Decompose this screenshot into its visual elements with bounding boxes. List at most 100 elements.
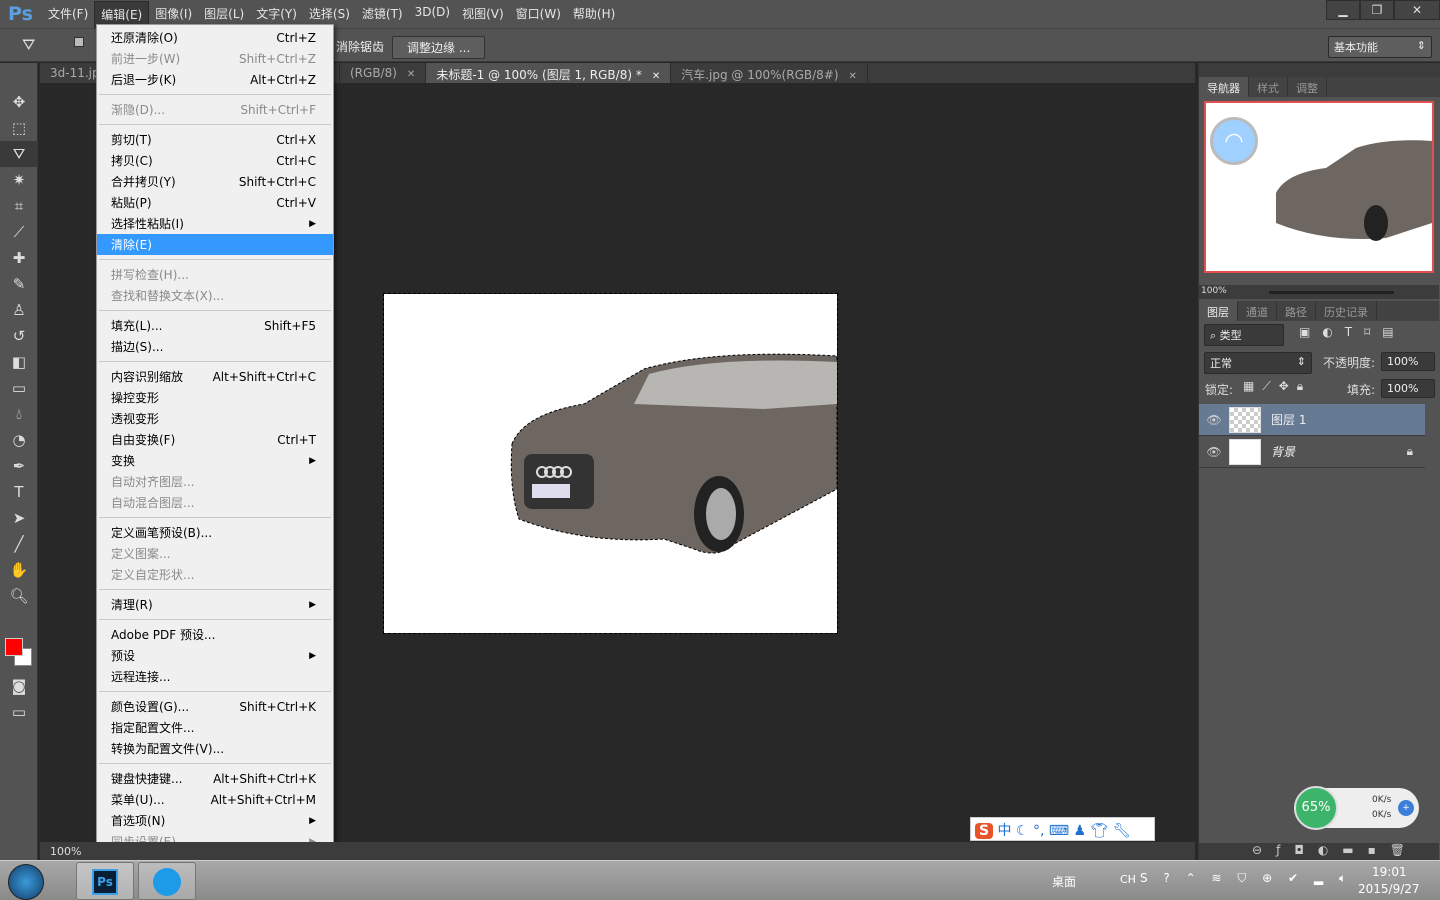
tray-icons[interactable]: S ? ⌃ ≋ ⛉ ⊕ ✔ ▂ 🔈︎ — [1140, 871, 1352, 886]
menu-item[interactable]: 渐隐(D)... Shift+Ctrl+F — [97, 99, 333, 120]
menu-10[interactable]: 帮助(H) — [567, 1, 621, 28]
eraser-icon[interactable]: ◧ — [0, 349, 38, 375]
antialias-checkbox-label[interactable]: 消除锯齿 — [336, 38, 384, 55]
clone-stamp-icon[interactable]: ♙ — [0, 297, 38, 323]
menu-8[interactable]: 视图(V) — [456, 1, 510, 28]
layer-row[interactable]: 👁︎ 背景 🔒︎ — [1199, 436, 1425, 468]
taskbar-photoshop[interactable]: Ps — [76, 862, 134, 900]
menu-item[interactable]: 转换为配置文件(V)... — [97, 738, 333, 759]
close-tab-icon[interactable]: ✕ — [407, 69, 415, 80]
menu-item[interactable]: 描边(S)... — [97, 336, 333, 357]
taskbar-browser[interactable] — [138, 862, 196, 900]
magic-wand-icon[interactable]: ✷ — [0, 167, 38, 193]
dodge-icon[interactable]: ◔ — [0, 427, 38, 453]
line-icon[interactable]: ╱ — [0, 531, 38, 557]
menu-6[interactable]: 滤镜(T) — [356, 1, 409, 28]
foreground-color-swatch[interactable] — [5, 638, 23, 656]
panel-tab[interactable]: 调整 — [1288, 77, 1327, 97]
polygon-lasso-icon[interactable]: ⛛ — [22, 35, 35, 55]
workspace-select[interactable]: 基本功能 ⇕ — [1328, 36, 1432, 58]
quick-mask-icon[interactable]: ◙ — [0, 673, 38, 699]
menu-item[interactable]: 自动对齐图层... — [97, 471, 333, 492]
menu-item[interactable]: 清除(E) — [97, 234, 333, 255]
layer-row[interactable]: 👁︎ 图层 1 — [1199, 404, 1425, 436]
menu-item[interactable]: 定义画笔预设(B)... — [97, 522, 333, 543]
healing-brush-icon[interactable]: ✚ — [0, 245, 38, 271]
menu-item[interactable]: 剪切(T) Ctrl+X — [97, 129, 333, 150]
lock-icons[interactable]: ▦⟋✥🔒︎ — [1243, 379, 1311, 394]
crop-icon[interactable]: ⌗ — [0, 193, 38, 219]
gradient-icon[interactable]: ▭ — [0, 375, 38, 401]
visibility-eye-icon[interactable]: 👁︎ — [1199, 445, 1229, 459]
menu-item[interactable]: 颜色设置(G)... Shift+Ctrl+K — [97, 696, 333, 717]
menu-item[interactable]: 键盘快捷键... Alt+Shift+Ctrl+K — [97, 768, 333, 789]
ime-toolbar[interactable]: S 中 ☾ °, ⌨ ♟ 👕︎ 🔧︎ — [970, 817, 1155, 841]
type-icon[interactable]: T — [0, 479, 38, 505]
close-tab-icon[interactable]: ✕ — [652, 71, 660, 82]
refine-edge-button[interactable]: 调整边缘 ... — [392, 36, 486, 59]
pen-icon[interactable]: ✒ — [0, 453, 38, 479]
menu-9[interactable]: 窗口(W) — [510, 1, 567, 28]
layer-name[interactable]: 背景 — [1271, 443, 1295, 460]
ime-mode[interactable]: 中 — [998, 823, 1012, 839]
panel-tab[interactable]: 通道 — [1238, 301, 1277, 321]
layer-actions[interactable]: ⊖ƒ◘◐▬▪🗑︎ — [1199, 843, 1439, 860]
marquee-icon[interactable]: ⬚ — [0, 115, 38, 141]
menu-item[interactable]: 拷贝(C) Ctrl+C — [97, 150, 333, 171]
menu-0[interactable]: 文件(F) — [42, 1, 94, 28]
menu-item[interactable]: 拼写检查(H)... — [97, 264, 333, 285]
tab-document[interactable]: 未标题-1 @ 100% (图层 1, RGB/8) * ✕ — [426, 63, 672, 83]
plus-icon[interactable]: + — [1398, 800, 1414, 816]
menu-item[interactable]: 菜单(U)... Alt+Shift+Ctrl+M — [97, 789, 333, 810]
menu-item[interactable]: Adobe PDF 预设... — [97, 624, 333, 645]
network-monitor[interactable]: 65% 0K/s 0K/s + — [1294, 786, 1419, 830]
language-indicator[interactable]: CH — [1120, 873, 1136, 886]
menu-item[interactable]: 选择性粘贴(I) ▶ — [97, 213, 333, 234]
opacity-field[interactable]: 100% — [1381, 352, 1435, 371]
panel-tab[interactable]: 路径 — [1277, 301, 1316, 321]
clock-time[interactable]: 19:01 — [1372, 865, 1407, 879]
close-button[interactable]: ✕ — [1394, 0, 1440, 20]
panel-tab[interactable]: 图层 — [1199, 301, 1238, 321]
menu-item[interactable]: 预设 ▶ — [97, 645, 333, 666]
hand-icon[interactable]: ✋ — [0, 557, 38, 583]
menu-item[interactable]: 定义自定形状... — [97, 564, 333, 585]
sogou-icon[interactable]: S — [975, 823, 994, 839]
desktop-toolbar[interactable]: 桌面 — [1052, 873, 1076, 890]
menu-item[interactable]: 粘贴(P) Ctrl+V — [97, 192, 333, 213]
layer-filter-select[interactable]: ⌕ 类型 — [1204, 324, 1284, 346]
polygon-lasso-icon[interactable]: ⛛ — [0, 141, 38, 167]
close-tab-icon[interactable]: ✕ — [849, 71, 857, 82]
document-canvas[interactable] — [383, 293, 838, 634]
zoom-icon[interactable]: 🔍︎ — [0, 583, 38, 609]
menu-item[interactable]: 远程连接... — [97, 666, 333, 687]
menu-item[interactable]: 内容识别缩放 Alt+Shift+Ctrl+C — [97, 366, 333, 387]
brush-icon[interactable]: ✎ — [0, 271, 38, 297]
move-icon[interactable]: ✥ — [0, 89, 38, 115]
layer-name[interactable]: 图层 1 — [1271, 411, 1306, 428]
menu-item[interactable]: 首选项(N) ▶ — [97, 810, 333, 831]
blend-mode-select[interactable]: 正常 ⇕ — [1204, 352, 1312, 374]
minimize-button[interactable]: ▁ — [1326, 0, 1360, 20]
menu-item[interactable]: 合并拷贝(Y) Shift+Ctrl+C — [97, 171, 333, 192]
menu-item[interactable]: 指定配置文件... — [97, 717, 333, 738]
zoom-slider[interactable] — [1269, 291, 1394, 294]
start-button[interactable] — [8, 864, 44, 900]
eyedropper-icon[interactable]: ⟋ — [0, 219, 38, 245]
fill-field[interactable]: 100% — [1381, 379, 1435, 398]
menu-7[interactable]: 3D(D) — [409, 1, 456, 28]
zoom-level[interactable]: 100% — [50, 845, 81, 858]
menu-item[interactable]: 后退一步(K) Alt+Ctrl+Z — [97, 69, 333, 90]
menu-item[interactable]: 自由变换(F) Ctrl+T — [97, 429, 333, 450]
blur-icon[interactable]: 💧︎ — [0, 401, 38, 427]
menu-item[interactable]: 变换 ▶ — [97, 450, 333, 471]
path-select-icon[interactable]: ➤ — [0, 505, 38, 531]
menu-item[interactable]: 清理(R) ▶ — [97, 594, 333, 615]
menu-item[interactable]: 填充(L)... Shift+F5 — [97, 315, 333, 336]
new-selection-icon[interactable] — [74, 37, 84, 47]
panel-tab[interactable]: 历史记录 — [1316, 301, 1377, 321]
menu-item[interactable]: 定义图案... — [97, 543, 333, 564]
menu-item[interactable]: 还原清除(O) Ctrl+Z — [97, 27, 333, 48]
navigator-preview[interactable]: ◠ — [1204, 101, 1434, 273]
tab-document[interactable]: (RGB/8) ✕ — [340, 63, 427, 83]
